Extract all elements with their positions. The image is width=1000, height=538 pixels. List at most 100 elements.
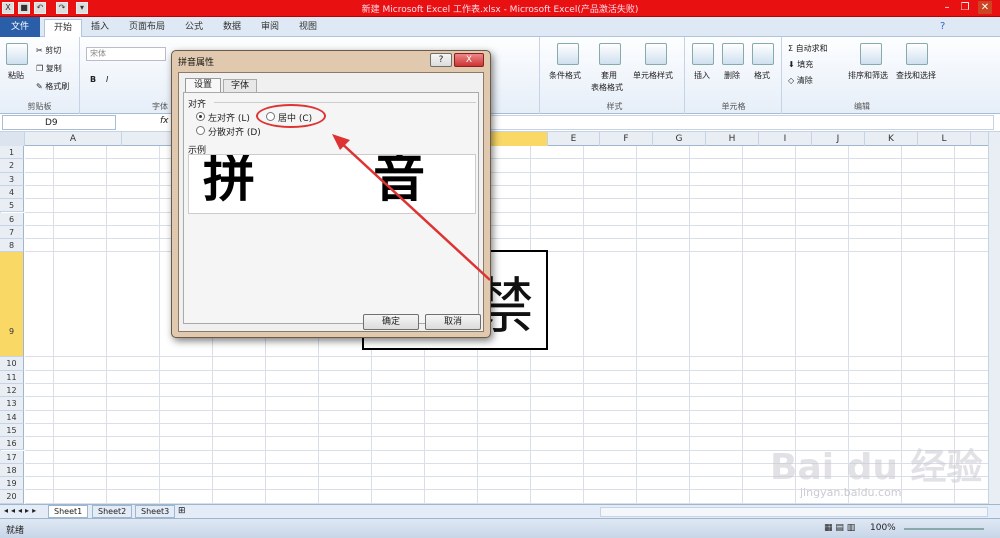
find-select-button[interactable]: 查找和选择	[896, 70, 936, 81]
column-header[interactable]: A	[25, 132, 122, 146]
tab-insert[interactable]: 插入	[82, 19, 118, 37]
sheet-nav-arrows[interactable]: ◂◂◂▸▸	[4, 506, 39, 515]
left-align-label: 左对齐 (L)	[208, 114, 250, 124]
italic-button[interactable]: I	[106, 75, 108, 84]
row-header[interactable]: 10	[0, 357, 24, 371]
tab-formulas[interactable]: 公式	[176, 19, 212, 37]
tab-page-layout[interactable]: 页面布局	[120, 19, 174, 37]
restore-icon[interactable]: ❐	[958, 1, 972, 14]
zoom-slider[interactable]	[904, 528, 984, 530]
autosum-button[interactable]: Σ 自动求和	[788, 43, 828, 54]
sheet-tab-sheet2[interactable]: Sheet2	[92, 505, 133, 518]
conditional-format-icon[interactable]	[557, 43, 579, 65]
help-icon[interactable]: ?	[940, 21, 945, 32]
insert-cells-button[interactable]: 插入	[694, 70, 710, 81]
cut-button[interactable]: ✂ 剪切	[36, 45, 61, 56]
dialog-help-button[interactable]: ?	[430, 53, 452, 67]
row-header[interactable]: 2	[0, 159, 24, 173]
cell-style-button[interactable]: 单元格样式	[633, 70, 673, 81]
table-format-icon[interactable]	[599, 43, 621, 65]
grid-line	[25, 158, 988, 160]
name-box[interactable]: D9	[2, 115, 116, 130]
row-header[interactable]: 17	[0, 450, 24, 464]
format-painter-button[interactable]: ✎ 格式刷	[36, 81, 69, 92]
column-header[interactable]: I	[759, 132, 812, 146]
row-header[interactable]: 19	[0, 477, 24, 491]
clear-button[interactable]: ◇ 清除	[788, 75, 813, 86]
grid-line	[25, 224, 988, 226]
vertical-scrollbar[interactable]	[988, 132, 1000, 504]
tab-font[interactable]: 字体	[223, 79, 257, 92]
close-window-icon[interactable]: ✕	[978, 1, 992, 14]
radio-dot	[199, 115, 202, 118]
table-format-label: 表格格式	[591, 83, 623, 92]
column-header[interactable]: J	[812, 132, 865, 146]
row-header[interactable]: 20	[0, 490, 24, 504]
row-header[interactable]: 12	[0, 384, 24, 398]
sheet-tab-sheet1[interactable]: Sheet1	[48, 505, 89, 518]
copy-button[interactable]: ❐ 复制	[36, 63, 62, 74]
radio-distributed[interactable]	[196, 126, 205, 135]
column-header[interactable]: H	[706, 132, 759, 146]
tab-file[interactable]: 文件	[0, 17, 40, 37]
view-buttons[interactable]: ▦ ▤ ▥	[824, 523, 855, 533]
row-header[interactable]: 7	[0, 225, 24, 240]
status-bar: 就绪 ▦ ▤ ▥ 100%	[0, 518, 1000, 538]
row-header[interactable]: 13	[0, 397, 24, 411]
row-header[interactable]: 6	[0, 212, 24, 226]
group-label: 单元格	[721, 102, 746, 111]
sheet-tab-sheet3[interactable]: Sheet3	[135, 505, 176, 518]
tab-settings[interactable]: 设置	[185, 78, 221, 92]
column-header[interactable]: F	[600, 132, 653, 146]
row-header[interactable]: 1	[0, 146, 24, 160]
tab-view[interactable]: 视图	[290, 19, 326, 37]
insert-cells-icon[interactable]	[692, 43, 714, 65]
tab-data[interactable]: 数据	[214, 19, 250, 37]
find-select-icon[interactable]	[906, 43, 928, 65]
insert-function-button[interactable]: fx	[160, 116, 169, 126]
minimize-icon[interactable]: –	[940, 1, 954, 14]
formula-bar: D9 fx	[0, 114, 1000, 132]
grid-line	[25, 369, 988, 371]
row-header[interactable]: 4	[0, 185, 24, 200]
column-header[interactable]: K	[865, 132, 918, 146]
font-name-select[interactable]: 宋体	[86, 47, 166, 61]
conditional-format-button[interactable]: 条件格式	[549, 70, 581, 81]
bold-button[interactable]: B	[90, 75, 96, 84]
row-header[interactable]: 15	[0, 423, 24, 438]
tab-review[interactable]: 审阅	[252, 19, 288, 37]
cancel-button[interactable]: 取消	[425, 314, 481, 330]
row-header[interactable]: 11	[0, 370, 24, 384]
column-header[interactable]: G	[653, 132, 706, 146]
zoom-level[interactable]: 100%	[870, 523, 896, 533]
row-header[interactable]: 8	[0, 239, 24, 253]
row-header[interactable]: 3	[0, 172, 24, 186]
sort-filter-button[interactable]: 排序和筛选	[848, 70, 888, 81]
row-header[interactable]: 18	[0, 463, 24, 478]
table-format-button[interactable]: 套用	[601, 70, 617, 81]
format-cells-icon[interactable]	[752, 43, 774, 65]
delete-cells-button[interactable]: 删除	[724, 70, 740, 81]
column-header[interactable]: L	[918, 132, 971, 146]
ok-button[interactable]: 确定	[363, 314, 419, 330]
radio-left-align[interactable]	[196, 112, 205, 121]
tab-home[interactable]: 开始	[44, 19, 83, 37]
paste-icon[interactable]	[6, 43, 28, 65]
brush-icon: ✎	[36, 82, 43, 91]
delete-cells-icon[interactable]	[722, 43, 744, 65]
fill-button[interactable]: ⬇ 填充	[788, 59, 813, 70]
row-header[interactable]: 5	[0, 199, 24, 213]
new-sheet-icon[interactable]: ⊞	[178, 506, 186, 516]
select-all-button[interactable]	[0, 132, 25, 146]
cell-style-icon[interactable]	[645, 43, 667, 65]
column-header[interactable]: E	[548, 132, 600, 146]
format-cells-button[interactable]: 格式	[754, 70, 770, 81]
window-title: 新建 Microsoft Excel 工作表.xlsx - Microsoft …	[361, 5, 639, 15]
row-header[interactable]: 16	[0, 437, 24, 451]
row-header[interactable]: 14	[0, 410, 24, 424]
dialog-close-button[interactable]: X	[454, 53, 484, 67]
row-header[interactable]: 9	[0, 252, 24, 358]
paste-button[interactable]: 粘贴	[8, 70, 24, 81]
sort-filter-icon[interactable]	[860, 43, 882, 65]
horizontal-scrollbar[interactable]	[600, 507, 988, 517]
